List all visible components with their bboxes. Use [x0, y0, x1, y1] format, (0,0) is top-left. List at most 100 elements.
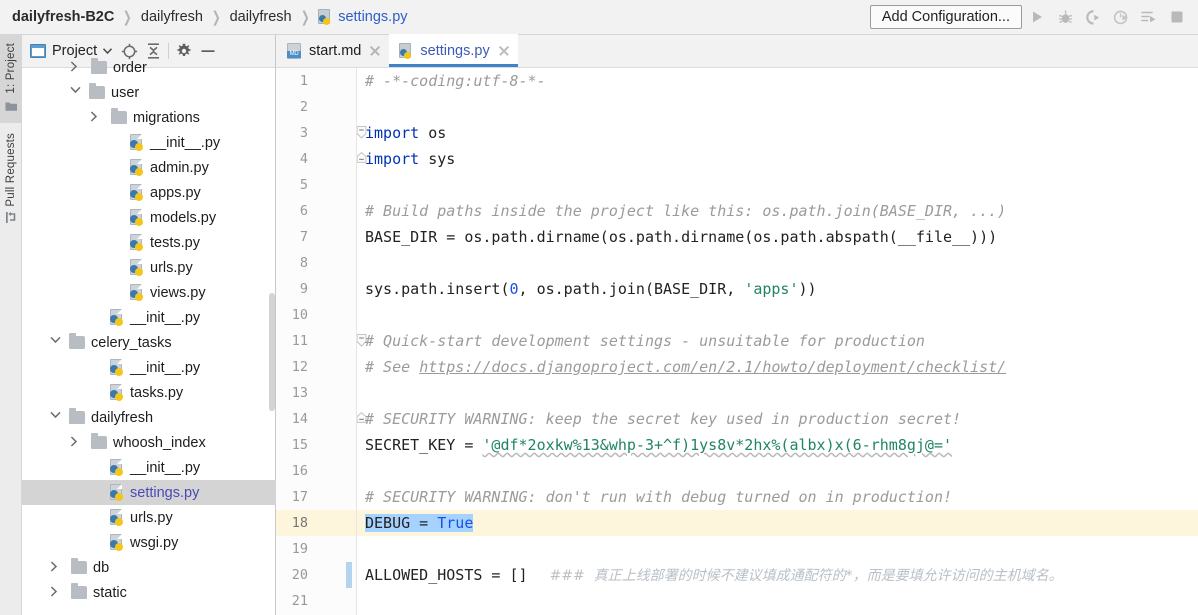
- line-number: 17: [291, 489, 308, 505]
- line-number: 1: [299, 73, 308, 89]
- code-line-11: # Quick-start development settings - uns…: [357, 328, 1198, 354]
- tree-row-label: order: [113, 59, 147, 76]
- tree-row-label: tasks.py: [130, 384, 184, 401]
- tab-label: settings.py: [420, 42, 490, 59]
- profile-icon[interactable]: [1108, 4, 1134, 30]
- tab-start-md[interactable]: MD start.md: [276, 34, 389, 67]
- chevron-right-icon[interactable]: [50, 586, 63, 599]
- tree-row[interactable]: tests.py: [22, 230, 276, 255]
- gutter-row[interactable]: 1: [276, 68, 356, 94]
- run-icon[interactable]: [1024, 4, 1050, 30]
- gutter-row[interactable]: 15: [276, 432, 356, 458]
- gutter-row[interactable]: 20: [276, 562, 356, 588]
- sidebar-item-pull-requests[interactable]: Pull Requests: [0, 123, 22, 236]
- chevron-down-icon[interactable]: [50, 336, 63, 349]
- tree-row[interactable]: user: [22, 80, 276, 105]
- comment-token: # SECURITY WARNING: keep the secret key …: [365, 410, 962, 428]
- code-token: SECRET_KEY =: [365, 436, 483, 454]
- chevron-right-icon[interactable]: [50, 561, 63, 574]
- close-icon[interactable]: [369, 45, 381, 57]
- gutter-row[interactable]: 10: [276, 302, 356, 328]
- gutter-row[interactable]: 11: [276, 328, 367, 354]
- lightbulb-icon[interactable]: [373, 488, 460, 531]
- tree-row[interactable]: static: [22, 580, 276, 602]
- add-configuration-button[interactable]: Add Configuration...: [869, 5, 1022, 29]
- folder-icon: [111, 108, 127, 124]
- gutter-row[interactable]: 3: [276, 120, 367, 146]
- tree-row[interactable]: celery_tasks: [22, 330, 276, 355]
- chevron-down-icon[interactable]: [50, 411, 63, 424]
- doc-link[interactable]: https://docs.djangoproject.com/en/2.1/ho…: [419, 358, 1006, 376]
- gutter-row[interactable]: 12: [276, 354, 356, 380]
- tree-row[interactable]: views.py: [22, 280, 276, 305]
- breadcrumb-item-dailyfresh-outer[interactable]: dailyfresh: [141, 9, 203, 25]
- tree-row[interactable]: dailyfresh: [22, 405, 276, 430]
- tree-row-label: __init__.py: [130, 309, 201, 326]
- tab-settings-py[interactable]: settings.py: [389, 34, 519, 67]
- project-file-tree[interactable]: order user migrations __init__.py admin.py ap…: [22, 55, 276, 602]
- gutter-row[interactable]: 4: [276, 146, 367, 172]
- folder-icon: [71, 558, 87, 574]
- python-file-icon: [109, 384, 125, 401]
- chevron-right-icon[interactable]: [70, 61, 83, 74]
- debug-icon[interactable]: [1052, 4, 1078, 30]
- gutter-row[interactable]: 2: [276, 94, 356, 120]
- gutter-row[interactable]: 16: [276, 458, 356, 484]
- comment-token: ### 真正上线部署的时候不建议填成通配符的*，而是要填允许访问的主机域名。: [549, 568, 1063, 584]
- gutter-row[interactable]: 9: [276, 276, 356, 302]
- code-line-18: DEBUG = True: [357, 510, 1198, 536]
- stop-icon[interactable]: [1164, 4, 1190, 30]
- code-editor[interactable]: 1 2 3 4 5 6 7 8 9 10 11 12 13 14 15 16 17 18 19 20 21 # -*-c…: [276, 68, 1198, 615]
- line-number: 2: [299, 99, 308, 115]
- gutter-row[interactable]: 8: [276, 250, 356, 276]
- editor-gutter[interactable]: 1 2 3 4 5 6 7 8 9 10 11 12 13 14 15 16 17 18 19 20 21: [276, 68, 367, 615]
- tree-row[interactable]: admin.py: [22, 155, 276, 180]
- code-content[interactable]: # -*-coding:utf-8-*- import os import sy…: [357, 68, 1198, 615]
- tree-row[interactable]: tasks.py: [22, 380, 276, 405]
- tree-row-label: models.py: [150, 209, 217, 226]
- breadcrumb-item-settings-py[interactable]: settings.py: [338, 9, 407, 25]
- tree-row[interactable]: __init__.py: [22, 355, 276, 380]
- breadcrumb-item-dailyfresh-inner[interactable]: dailyfresh: [230, 9, 292, 25]
- run-with-console-icon[interactable]: [1136, 4, 1162, 30]
- close-icon[interactable]: [498, 45, 510, 57]
- tree-row[interactable]: db: [22, 555, 276, 580]
- tree-row[interactable]: whoosh_index: [22, 430, 276, 455]
- tree-row[interactable]: __init__.py: [22, 130, 276, 155]
- tree-row-label: celery_tasks: [91, 334, 172, 351]
- chevron-right-icon[interactable]: [90, 111, 103, 124]
- gutter-row[interactable]: 13: [276, 380, 356, 406]
- tree-row[interactable]: __init__.py: [22, 455, 276, 480]
- breadcrumb-separator: ❯: [300, 9, 310, 26]
- breadcrumb-item-project[interactable]: dailyfresh-B2C: [12, 9, 114, 25]
- gutter-row[interactable]: 14: [276, 406, 367, 432]
- gutter-row[interactable]: 21: [276, 588, 356, 614]
- tree-row[interactable]: urls.py: [22, 505, 276, 530]
- tree-row[interactable]: migrations: [22, 105, 276, 130]
- tree-row[interactable]: order: [22, 55, 276, 80]
- tree-row[interactable]: urls.py: [22, 255, 276, 280]
- tree-row[interactable]: wsgi.py: [22, 530, 276, 555]
- chevron-right-icon[interactable]: [70, 436, 83, 449]
- tree-row[interactable]: models.py: [22, 205, 276, 230]
- sidebar-item-project[interactable]: 1: Project: [0, 35, 22, 123]
- gutter-row[interactable]: 19: [276, 536, 356, 562]
- run-coverage-icon[interactable]: [1080, 4, 1106, 30]
- tree-row[interactable]: apps.py: [22, 180, 276, 205]
- line-number: 19: [291, 541, 308, 557]
- gutter-row[interactable]: 7: [276, 224, 356, 250]
- vcs-change-marker[interactable]: [346, 562, 352, 588]
- chevron-down-icon[interactable]: [70, 86, 83, 99]
- gutter-row[interactable]: 17: [276, 484, 356, 510]
- tree-row[interactable]: __init__.py: [22, 305, 276, 330]
- gutter-row[interactable]: 6: [276, 198, 356, 224]
- gutter-row[interactable]: 18: [276, 510, 356, 536]
- tree-scrollbar-thumb[interactable]: [269, 293, 275, 411]
- tree-row-selected[interactable]: settings.py: [22, 480, 276, 505]
- gutter-row[interactable]: 5: [276, 172, 356, 198]
